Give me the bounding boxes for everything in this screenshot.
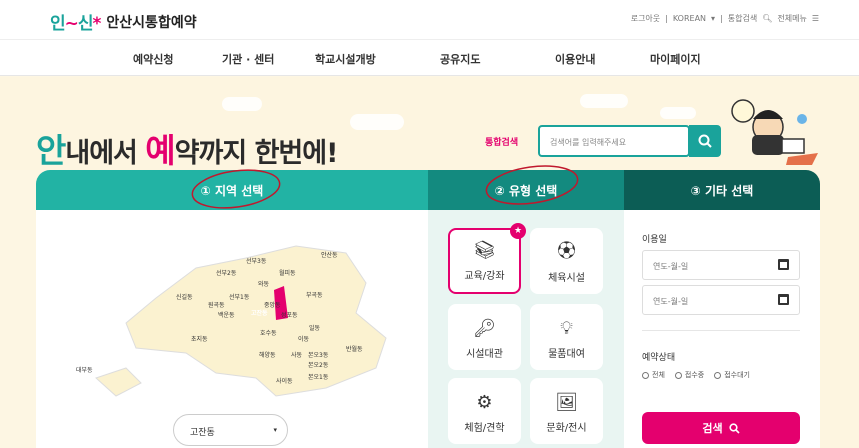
site-title: 안산시통합예약 — [106, 14, 197, 31]
divider — [642, 330, 800, 331]
map-label[interactable]: 반월동 — [346, 344, 363, 353]
map-label[interactable]: 본오1동 — [308, 372, 328, 381]
mascot-illustration — [731, 99, 818, 165]
calendar-icon[interactable] — [778, 259, 789, 270]
type-card-culture[interactable]: 🖼︎ 문화/전시 — [530, 378, 603, 444]
language-select[interactable]: KOREAN — [673, 14, 706, 23]
top-bar: 인~신* 안산시통합예약 로그아웃 | KOREAN ▾ | 통합검색 🔍︎ 전… — [0, 0, 859, 40]
map-label[interactable]: 원곡동 — [208, 300, 225, 309]
type-card-experience[interactable]: ⚙ 체험/견학 — [448, 378, 521, 444]
nav-item-map[interactable]: 공유지도 — [440, 51, 480, 67]
type-card-rental[interactable]: 💡︎ 물품대여 — [530, 304, 603, 370]
main-navigation: 예약신청 기관 · 센터 학교시설개방 공유지도 이용안내 마이페이지 — [0, 40, 859, 76]
nav-item-reservation[interactable]: 예약신청 — [133, 51, 173, 67]
status-radio-group: 전체 접수중 접수대기 — [642, 370, 750, 380]
chevron-down-icon[interactable]: ▾ — [711, 14, 715, 23]
map-label[interactable]: 백운동 — [218, 310, 235, 319]
search-submit-button[interactable]: 검색 — [642, 412, 800, 444]
logout-link[interactable]: 로그아웃 — [631, 13, 660, 24]
nav-item-mypage[interactable]: 마이페이지 — [650, 51, 701, 67]
soccer-ball-icon: ⚽︎ — [557, 241, 576, 262]
map-label[interactable]: 호수동 — [260, 328, 277, 337]
map-label[interactable]: 신길동 — [176, 292, 193, 301]
utility-links: 로그아웃 | KOREAN ▾ | 통합검색 🔍︎ 전체메뉴 ☰ — [630, 13, 819, 24]
region-map-panel: 안산동 선부3동 월피동 선부2동 와동 부곡동 신길동 선부1동 중앙동 원곡… — [36, 210, 428, 448]
status-label: 예약상태 — [642, 353, 676, 363]
cloud-decoration — [222, 97, 262, 111]
map-label[interactable]: 대부동 — [76, 365, 93, 374]
integrated-search-link[interactable]: 통합검색 — [728, 13, 757, 24]
radio-open[interactable]: 접수중 — [674, 370, 704, 380]
hamburger-icon[interactable]: ☰ — [812, 14, 819, 23]
radio-waiting[interactable]: 접수대기 — [714, 370, 750, 380]
map-label[interactable]: 성포동 — [281, 310, 298, 319]
easel-icon: 🖼︎ — [555, 392, 578, 413]
type-panel: ★ 📚︎ 교육/강좌 ⚽︎ 체육시설 🔑︎ 시설대관 💡︎ 물품대여 ⚙ 체험/… — [428, 210, 624, 448]
type-card-sports[interactable]: ⚽︎ 체육시설 — [530, 228, 603, 294]
search-icon — [698, 134, 712, 148]
map-label[interactable]: 선부3동 — [246, 256, 266, 265]
type-card-education[interactable]: ★ 📚︎ 교육/강좌 — [448, 223, 526, 294]
map-label[interactable]: 선부2동 — [216, 268, 236, 277]
start-date-input[interactable]: 연도-월-일 — [642, 250, 800, 280]
dong-select[interactable]: 고잔동 ▾ — [173, 414, 288, 446]
map-label[interactable]: 안산동 — [321, 250, 338, 259]
map-label[interactable]: 선부1동 — [229, 292, 249, 301]
type-card-facility[interactable]: 🔑︎ 시설대관 — [448, 304, 521, 370]
books-icon: 📚︎ — [473, 240, 496, 261]
map-label[interactable]: 초지동 — [191, 334, 208, 343]
map-label[interactable]: 본오2동 — [308, 360, 328, 369]
map-label-selected[interactable]: 고잔동 — [251, 308, 268, 317]
search-label: 통합검색 — [485, 138, 519, 148]
map-label[interactable]: 사이동 — [276, 376, 293, 385]
site-logo[interactable]: 인~신* 안산시통합예약 — [50, 9, 197, 34]
date-label: 이용일 — [642, 235, 667, 245]
full-menu-link[interactable]: 전체메뉴 — [777, 13, 806, 24]
cloud-decoration — [580, 94, 628, 108]
map-label[interactable]: 사동 — [291, 350, 302, 359]
map-label[interactable]: 이동 — [298, 334, 309, 343]
chevron-down-icon: ▾ — [273, 426, 277, 434]
search-icon: 🔍︎ — [762, 14, 773, 23]
district-map[interactable] — [56, 228, 416, 408]
search-button[interactable] — [689, 125, 721, 157]
map-label[interactable]: 부곡동 — [306, 290, 323, 299]
map-label[interactable]: 와동 — [258, 279, 269, 288]
right-margin — [820, 170, 859, 448]
cloud-decoration — [660, 107, 696, 119]
map-label[interactable]: 본오3동 — [308, 350, 328, 359]
keys-icon: 🔑︎ — [473, 318, 496, 339]
nav-item-school[interactable]: 학교시설개방 — [315, 51, 376, 67]
logo-mark: 인~신* — [50, 14, 101, 34]
radio-all[interactable]: 전체 — [642, 370, 665, 380]
star-icon: ★ — [510, 223, 526, 239]
bulb-icon: 💡︎ — [560, 318, 573, 339]
map-label[interactable]: 일동 — [309, 323, 320, 332]
map-label[interactable]: 해양동 — [259, 350, 276, 359]
search-input[interactable]: 검색어를 입력해주세요 — [538, 125, 690, 157]
end-date-input[interactable]: 연도-월-일 — [642, 285, 800, 315]
gears-icon: ⚙ — [476, 392, 493, 413]
nav-item-center[interactable]: 기관 · 센터 — [222, 51, 274, 67]
cloud-decoration — [350, 114, 404, 130]
search-icon — [729, 422, 740, 434]
nav-item-guide[interactable]: 이용안내 — [555, 51, 595, 67]
calendar-icon[interactable] — [778, 294, 789, 305]
map-label[interactable]: 월피동 — [279, 268, 296, 277]
dong-select-value: 고잔동 — [190, 428, 215, 438]
